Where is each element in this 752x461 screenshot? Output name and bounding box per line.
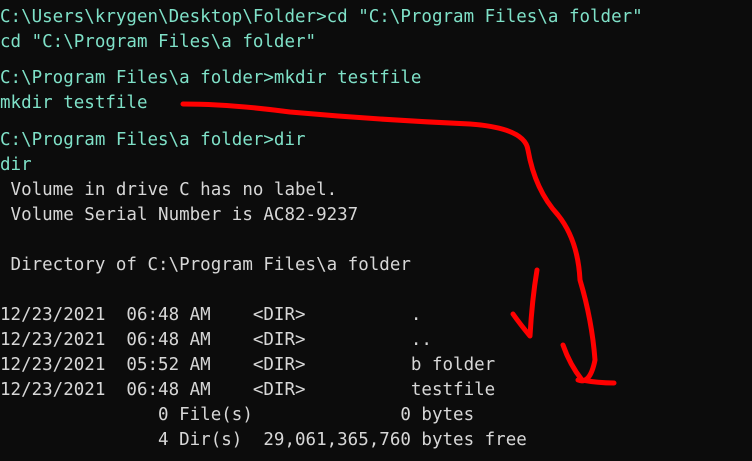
short-arrow-to-dot-entries bbox=[510, 267, 540, 339]
volume-serial-line: Volume Serial Number is AC82-9237 bbox=[0, 205, 359, 225]
terminal-window[interactable]: C:\Users\krygen\Desktop\Folder>cd "C:\Pr… bbox=[0, 0, 752, 461]
directory-of-line: Directory of C:\Program Files\a folder bbox=[0, 255, 411, 275]
dir-entry-row: 12/23/2021 06:48 AM <DIR> .. bbox=[0, 330, 432, 350]
echo-mkdir-command: mkdir testfile bbox=[0, 93, 148, 113]
prompt-mkdir-command: C:\Program Files\a folder>mkdir testfile bbox=[0, 68, 422, 88]
prompt-cd-command: C:\Users\krygen\Desktop\Folder>cd "C:\Pr… bbox=[0, 7, 643, 27]
dir-entry-row: 12/23/2021 06:48 AM <DIR> testfile bbox=[0, 380, 496, 400]
echo-cd-command: cd "C:\Program Files\a folder" bbox=[0, 32, 317, 52]
dir-entry-row: 12/23/2021 06:48 AM <DIR> . bbox=[0, 305, 422, 325]
dirs-summary-line: 4 Dir(s) 29,061,365,760 bytes free bbox=[0, 430, 527, 450]
echo-dir-command: dir bbox=[0, 155, 32, 175]
prompt-dir-command: C:\Program Files\a folder>dir bbox=[0, 130, 306, 150]
volume-label-line: Volume in drive C has no label. bbox=[0, 180, 338, 200]
files-summary-line: 0 File(s) 0 bytes bbox=[0, 405, 475, 425]
dir-entry-row: 12/23/2021 05:52 AM <DIR> b folder bbox=[0, 355, 496, 375]
